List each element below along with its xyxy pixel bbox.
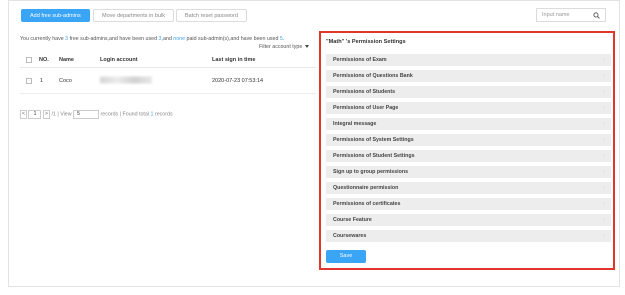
- info-text: free sub-admins,and have been used: [68, 36, 159, 42]
- table-row[interactable]: 1 Coco 2020-07-23 07:53:14: [20, 68, 316, 94]
- col-name: Name: [59, 57, 74, 63]
- sub-admin-table: NO. Name Login account Last sign in time…: [20, 53, 316, 94]
- caret-down-icon: [305, 45, 310, 49]
- permission-item-course-feature[interactable]: Course Feature ›: [326, 214, 611, 226]
- permission-item-students[interactable]: Permissions of Students ›: [326, 86, 611, 98]
- search-placeholder: Input name: [542, 12, 570, 18]
- move-departments-button[interactable]: Move departments in bulk: [93, 9, 174, 22]
- permission-label: Questionnaire permission: [333, 185, 399, 191]
- permission-item-certificates[interactable]: Permissions of certificates ›: [326, 198, 611, 210]
- info-text: paid sub-admin(s),and have been used: [185, 36, 280, 42]
- redacted-login: [100, 76, 152, 83]
- permission-label: Permissions of Student Settings: [333, 153, 415, 159]
- permission-item-group-signup[interactable]: Sign up to group permissions ›: [326, 166, 611, 178]
- col-login: Login account: [100, 57, 138, 63]
- records-suffix: records: [153, 111, 173, 118]
- chevron-right-icon: ›: [603, 233, 605, 239]
- save-button[interactable]: Save: [326, 250, 366, 263]
- reset-password-button[interactable]: Batch reset password: [176, 9, 247, 22]
- panel-title: "Math" 's Permission Settings: [326, 39, 406, 45]
- chevron-right-icon: ›: [603, 121, 605, 127]
- page-number-input[interactable]: 1: [28, 110, 42, 119]
- page-count-text: /1 | View: [51, 111, 72, 118]
- info-text: ,and: [161, 36, 174, 42]
- col-last-sign: Last sign in time: [212, 57, 256, 63]
- permission-label: Integral message: [333, 121, 377, 127]
- chevron-right-icon: ›: [603, 89, 605, 95]
- chevron-right-icon: ›: [603, 169, 605, 175]
- filter-label: Filter account type: [259, 44, 303, 50]
- permission-item-student-settings[interactable]: Permissions of Student Settings ›: [326, 150, 611, 162]
- row-name: Coco: [59, 77, 72, 84]
- permission-label: Permissions of System Settings: [333, 137, 414, 143]
- permission-label: Course Feature: [333, 217, 372, 223]
- chevron-right-icon: ›: [603, 57, 605, 63]
- quota-info: You currently have 3 free sub-admins,and…: [20, 36, 284, 42]
- add-sub-admin-button[interactable]: Add free sub-admins: [21, 9, 90, 22]
- paid-count: none: [173, 36, 186, 42]
- table-header: NO. Name Login account Last sign in time: [20, 53, 316, 68]
- permission-item-exam[interactable]: Permissions of Exam ›: [326, 54, 611, 66]
- permission-item-system-settings[interactable]: Permissions of System Settings ›: [326, 134, 611, 146]
- permission-label: Permissions of Exam: [333, 57, 387, 63]
- permission-label: Permissions of User Page: [333, 105, 399, 111]
- next-page-button[interactable]: >: [42, 110, 50, 119]
- row-checkbox[interactable]: [26, 77, 32, 84]
- records-text: records | Found total: [100, 111, 151, 118]
- select-all-checkbox[interactable]: [26, 57, 32, 63]
- permission-settings-panel: "Math" 's Permission Settings Permission…: [319, 31, 615, 270]
- info-text: .: [282, 36, 285, 42]
- permission-label: Permissions of certificates: [333, 201, 401, 207]
- chevron-right-icon: ›: [603, 185, 605, 191]
- prev-page-button[interactable]: <: [20, 110, 27, 119]
- filter-account-type-dropdown[interactable]: Filter account type: [259, 44, 310, 50]
- permission-item-user-page[interactable]: Permissions of User Page ›: [326, 102, 611, 114]
- permission-item-coursewares[interactable]: Coursewares ›: [326, 230, 611, 242]
- chevron-right-icon: ›: [603, 153, 605, 159]
- col-no: NO.: [39, 57, 49, 63]
- chevron-right-icon: ›: [603, 201, 605, 207]
- permission-label: Permissions of Students: [333, 89, 396, 95]
- info-text: You currently have: [20, 36, 66, 42]
- chevron-right-icon: ›: [603, 105, 605, 111]
- search-icon[interactable]: [593, 12, 600, 19]
- permission-item-questions-bank[interactable]: Permissions of Questions Bank ›: [326, 70, 611, 82]
- permission-label: Permissions of Questions Bank: [333, 73, 413, 79]
- page-size-input[interactable]: 5: [73, 110, 100, 119]
- row-last-sign: 2020-07-23 07:53:14: [212, 77, 264, 84]
- chevron-right-icon: ›: [603, 217, 605, 223]
- permission-item-questionnaire[interactable]: Questionnaire permission ›: [326, 182, 611, 194]
- permission-item-integral-message[interactable]: Integral message ›: [326, 118, 611, 130]
- row-no: 1: [40, 77, 44, 84]
- chevron-right-icon: ›: [603, 137, 605, 143]
- permission-label: Sign up to group permissions: [333, 169, 409, 175]
- search-input[interactable]: Input name: [536, 8, 606, 22]
- permission-label: Coursewares: [333, 233, 367, 239]
- pagination: < 1 > /1 | View 5 records | Found total …: [20, 110, 173, 120]
- row-login-redacted: [100, 76, 152, 85]
- chevron-right-icon: ›: [603, 73, 605, 79]
